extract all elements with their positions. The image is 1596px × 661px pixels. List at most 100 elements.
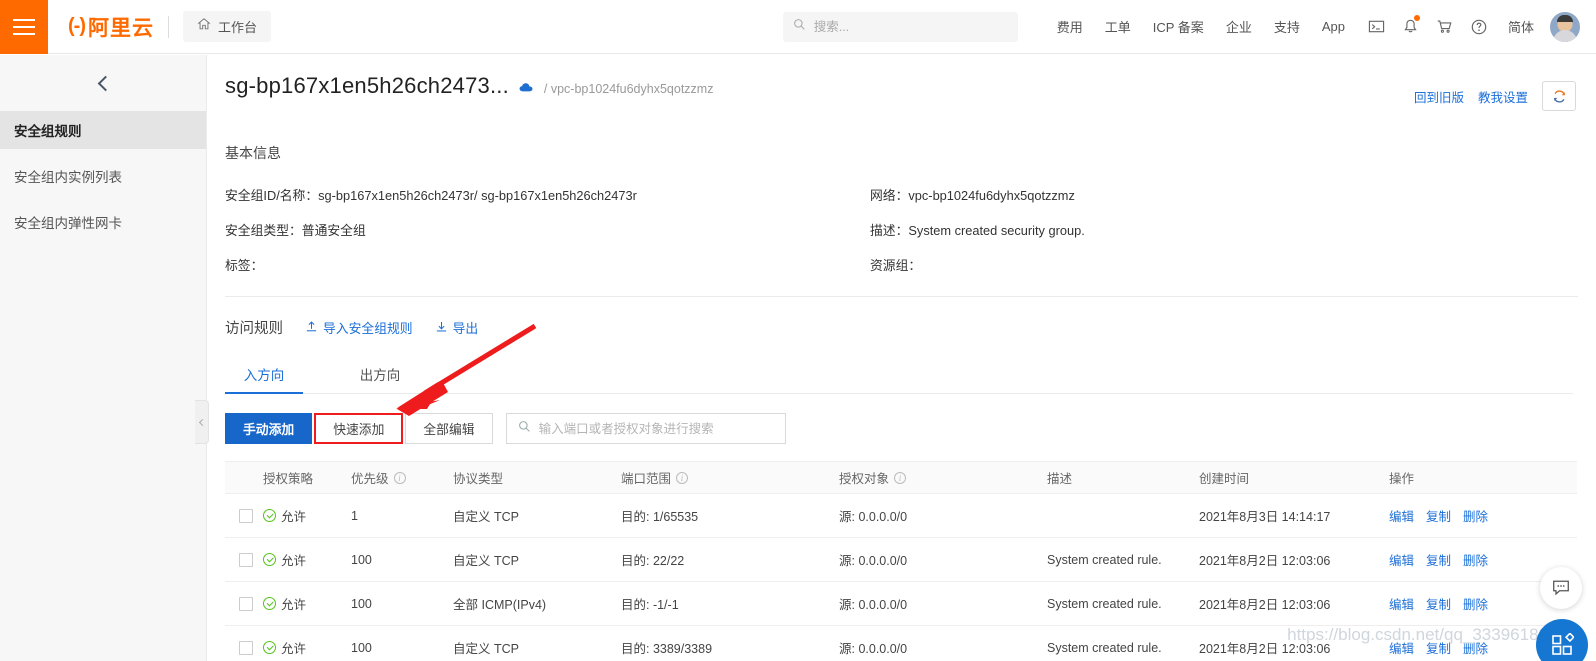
cell-priority: 100 (351, 552, 372, 567)
info-field-tags: 标签： (225, 255, 870, 274)
rules-search-box[interactable] (505, 413, 786, 444)
manual-add-button[interactable]: 手动添加 (225, 413, 313, 444)
nav-link-icp[interactable]: ICP 备案 (1142, 17, 1215, 36)
info-value: vpc-bp1024fu6dyhx5qotzzmz (908, 188, 1075, 203)
teach-me-settings-link[interactable]: 教我设置 (1478, 87, 1528, 106)
sidebar-item-instance-list[interactable]: 安全组内实例列表 (0, 157, 206, 195)
cell-protocol: 自定义 TCP (453, 642, 519, 656)
nav-link-fees[interactable]: 费用 (1046, 17, 1094, 36)
info-icon[interactable]: i (393, 471, 406, 484)
search-icon (793, 18, 806, 36)
export-rules-button[interactable]: 导出 (435, 318, 478, 337)
delete-link[interactable]: 删除 (1463, 506, 1488, 525)
cell-priority: 1 (351, 508, 358, 523)
cell-description: System created rule. (1047, 552, 1162, 567)
help-icon[interactable] (1462, 10, 1496, 44)
info-label: 资源组： (870, 258, 922, 273)
language-switcher[interactable]: 简体 (1496, 17, 1546, 36)
aliyun-logo[interactable]: (-) 阿里云 (68, 12, 154, 42)
header-icon-group (1360, 10, 1496, 44)
info-label: 安全组ID/名称： (225, 188, 319, 203)
header-priority-label: 优先级 (351, 472, 389, 486)
row-checkbox[interactable] (239, 640, 253, 655)
nav-link-enterprise[interactable]: 企业 (1215, 17, 1263, 36)
info-icon[interactable]: i (894, 471, 907, 484)
sidebar-item-security-group-rules[interactable]: 安全组规则 (0, 111, 206, 149)
copy-link[interactable]: 复制 (1426, 550, 1451, 569)
info-value: System created security group. (908, 223, 1085, 238)
table-row[interactable]: 允许 100 自定义 TCP 目的: 22/22 源: 0.0.0.0/0 Sy… (225, 538, 1577, 582)
delete-link[interactable]: 删除 (1463, 594, 1488, 613)
cell-port-range: 目的: 1/65535 (621, 510, 699, 524)
rules-search-input[interactable] (538, 421, 774, 436)
delete-link[interactable]: 删除 (1463, 550, 1488, 569)
bell-icon[interactable] (1394, 10, 1428, 44)
workbench-button[interactable]: 工作台 (182, 11, 271, 42)
basic-info-section-title: 基本信息 (225, 145, 281, 161)
copy-link[interactable]: 复制 (1426, 594, 1451, 613)
info-field-network: 网络：vpc-bp1024fu6dyhx5qotzzmz (870, 185, 1565, 204)
info-label: 描述： (870, 223, 909, 238)
sidebar-item-label: 安全组规则 (14, 124, 82, 139)
sidebar-collapse-button[interactable] (0, 55, 206, 111)
page-root: (-) 阿里云 工作台 费用 工单 ICP 备案 企业 支持 App (0, 0, 1596, 661)
page-title: sg-bp167x1en5h26ch2473... (225, 73, 509, 98)
row-checkbox-cell (225, 640, 263, 655)
breadcrumb-vpc[interactable]: / vpc-bp1024fu6dyhx5qotzzmz (544, 82, 714, 96)
row-checkbox-cell (225, 596, 263, 611)
quick-add-button[interactable]: 快速添加 (314, 413, 404, 444)
global-search-input[interactable] (813, 19, 1008, 34)
table-row[interactable]: 允许 1 自定义 TCP 目的: 1/65535 源: 0.0.0.0/0 20… (225, 494, 1577, 538)
policy-label: 允许 (281, 554, 307, 568)
cell-policy: 允许 (263, 506, 351, 525)
cloud-icon[interactable] (519, 82, 534, 93)
edit-all-button[interactable]: 全部编辑 (405, 413, 493, 444)
chat-support-button[interactable] (1540, 567, 1582, 609)
nav-link-app[interactable]: App (1311, 19, 1356, 34)
cart-icon[interactable] (1428, 10, 1462, 44)
hamburger-icon[interactable] (0, 0, 48, 54)
table-row[interactable]: 允许 100 全部 ICMP(IPv4) 目的: -1/-1 源: 0.0.0.… (225, 582, 1577, 626)
sidebar-item-eni-list[interactable]: 安全组内弹性网卡 (0, 203, 206, 241)
table-collapse-handle[interactable] (195, 400, 209, 444)
back-to-old-version-link[interactable]: 回到旧版 (1414, 87, 1464, 106)
sidebar-item-label: 安全组内弹性网卡 (14, 216, 122, 231)
copy-link[interactable]: 复制 (1426, 506, 1451, 525)
avatar-hair (1557, 14, 1573, 22)
nav-link-tickets[interactable]: 工单 (1094, 17, 1142, 36)
edit-link[interactable]: 编辑 (1389, 594, 1414, 613)
row-checkbox[interactable] (239, 552, 253, 567)
row-checkbox-cell (225, 552, 263, 567)
header-create-time: 创建时间 (1199, 472, 1250, 486)
header-target-label: 授权对象 (839, 472, 890, 486)
edit-link[interactable]: 编辑 (1389, 550, 1414, 569)
cell-create-time: 2021年8月2日 12:03:06 (1199, 554, 1331, 568)
avatar-body (1553, 29, 1577, 42)
info-field-resource-group: 资源组： (870, 255, 1565, 274)
header-operations: 操作 (1389, 472, 1415, 486)
cell-priority: 100 (351, 640, 372, 655)
watermark-text: https://blog.csdn.net/qq_33396183 (1287, 625, 1548, 644)
row-checkbox[interactable] (239, 596, 253, 611)
edit-link[interactable]: 编辑 (1389, 506, 1414, 525)
info-icon[interactable]: i (676, 471, 689, 484)
tab-label: 出方向 (359, 368, 401, 383)
refresh-button[interactable] (1542, 81, 1576, 111)
nav-link-support[interactable]: 支持 (1263, 17, 1311, 36)
notification-badge (1413, 14, 1420, 21)
import-rules-button[interactable]: 导入安全组规则 (305, 318, 413, 337)
info-value: sg-bp167x1en5h26ch2473r/ sg-bp167x1en5h2… (318, 188, 637, 203)
direction-tabs: 入方向 出方向 (225, 356, 1573, 394)
row-checkbox[interactable] (239, 508, 253, 523)
page-title-row: sg-bp167x1en5h26ch2473... / vpc-bp1024fu… (207, 55, 1596, 111)
terminal-icon[interactable] (1360, 10, 1394, 44)
info-label: 标签： (225, 258, 264, 273)
global-search-box[interactable] (782, 11, 1018, 42)
avatar[interactable] (1550, 11, 1580, 42)
tab-outbound[interactable]: 出方向 (341, 356, 419, 393)
cell-create-time: 2021年8月3日 14:14:17 (1199, 510, 1331, 524)
header-description: 描述 (1047, 472, 1073, 486)
tab-inbound[interactable]: 入方向 (225, 356, 303, 394)
policy-label: 允许 (281, 642, 307, 656)
cell-port-range: 目的: 3389/3389 (621, 642, 713, 656)
